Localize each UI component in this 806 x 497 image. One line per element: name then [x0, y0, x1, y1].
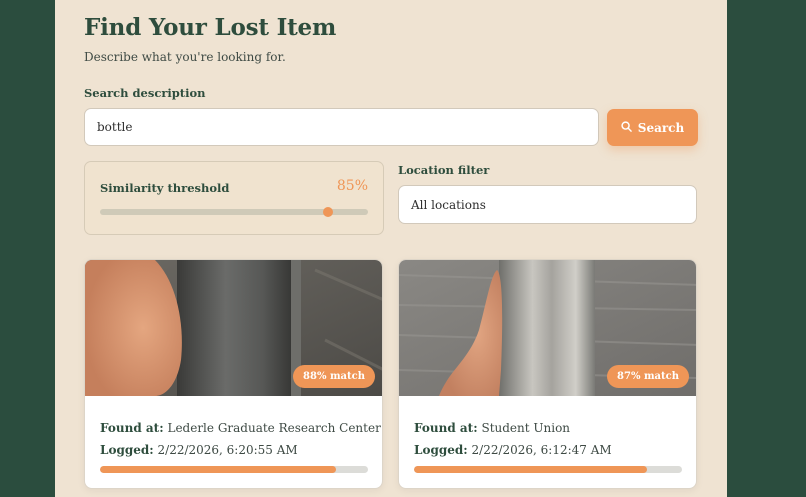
logged-time: Logged: 2/22/2026, 6:20:55 AM — [100, 443, 298, 457]
search-button-label: Search — [637, 120, 685, 135]
result-card[interactable]: 88% match Found at: Lederle Graduate Res… — [84, 259, 383, 489]
match-bar-fill — [414, 466, 648, 473]
threshold-value: 85% — [336, 178, 368, 194]
threshold-label: Similarity threshold — [100, 181, 230, 195]
match-badge: 88% match — [293, 365, 375, 388]
location-select[interactable]: All locations — [398, 185, 697, 224]
search-icon — [621, 120, 632, 135]
result-card[interactable]: 87% match Found at: Student Union Logged… — [398, 259, 697, 489]
match-bar-fill — [100, 466, 336, 473]
item-photo: 87% match — [399, 260, 696, 396]
match-bar — [100, 466, 368, 473]
search-button[interactable]: Search — [607, 109, 698, 146]
page-subtitle: Describe what you're looking for. — [84, 50, 286, 64]
match-badge: 87% match — [607, 365, 689, 388]
search-panel: Find Your Lost Item Describe what you're… — [55, 0, 727, 497]
page-title: Find Your Lost Item — [84, 14, 337, 41]
item-photo: 88% match — [85, 260, 382, 396]
location-selected: All locations — [411, 197, 486, 212]
search-label: Search description — [84, 86, 206, 100]
search-input[interactable] — [84, 108, 599, 146]
logged-time: Logged: 2/22/2026, 6:12:47 AM — [414, 443, 612, 457]
found-at: Found at: Student Union — [414, 421, 571, 435]
match-bar — [414, 466, 682, 473]
threshold-slider[interactable] — [100, 207, 368, 217]
found-at: Found at: Lederle Graduate Research Cent… — [100, 421, 381, 435]
location-label: Location filter — [398, 163, 490, 177]
slider-thumb[interactable] — [322, 207, 333, 217]
threshold-box: Similarity threshold 85% — [84, 161, 384, 235]
